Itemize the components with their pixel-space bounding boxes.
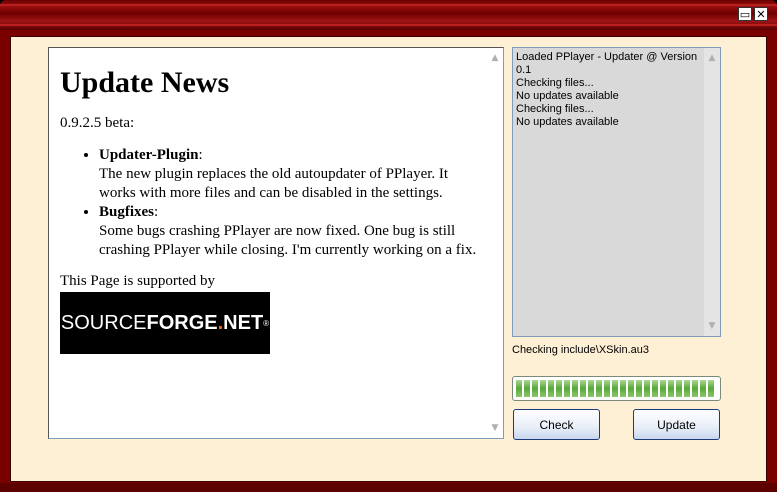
scroll-up-icon[interactable]: ▲ xyxy=(704,50,720,66)
news-scrollbar[interactable]: ▲ ▼ xyxy=(487,48,503,438)
scroll-up-icon[interactable]: ▲ xyxy=(487,50,503,66)
progress-segment xyxy=(708,380,714,397)
progress-segment xyxy=(628,380,634,397)
window-bottom-border xyxy=(0,483,777,492)
progress-segment xyxy=(684,380,690,397)
progress-bar xyxy=(512,376,721,401)
progress-segment xyxy=(604,380,610,397)
minimize-icon: ▭ xyxy=(739,7,751,21)
progress-segment xyxy=(620,380,626,397)
progress-segment xyxy=(524,380,530,397)
progress-segment xyxy=(660,380,666,397)
scroll-down-icon[interactable]: ▼ xyxy=(704,318,720,334)
news-item-title: Updater-Plugin xyxy=(99,147,199,163)
news-item: Bugfixes: Some bugs crashing PPlayer are… xyxy=(99,203,480,260)
minimize-button[interactable]: ▭ xyxy=(738,7,752,21)
progress-segment xyxy=(636,380,642,397)
progress-segment xyxy=(692,380,698,397)
title-bar[interactable]: ▭ ✕ xyxy=(0,0,777,30)
title-bar-stripe xyxy=(0,4,777,6)
log-line: Checking files... xyxy=(516,77,594,89)
news-content: Update News 0.9.2.5 beta: Updater-Plugin… xyxy=(60,48,480,354)
sourceforge-logo[interactable]: SOURCE FORGE. NET ® xyxy=(60,292,270,354)
log-scrollbar[interactable]: ▲ ▼ xyxy=(704,48,720,336)
progress-segment xyxy=(532,380,538,397)
log-box[interactable]: Loaded PPlayer - Updater @ Version 0.1 C… xyxy=(512,47,721,337)
progress-segment xyxy=(564,380,570,397)
progress-segment xyxy=(548,380,554,397)
close-icon: ✕ xyxy=(756,7,766,21)
news-panel[interactable]: Update News 0.9.2.5 beta: Updater-Plugin… xyxy=(48,47,504,439)
news-heading: Update News xyxy=(60,66,230,99)
progress-segment xyxy=(516,380,522,397)
progress-segment xyxy=(588,380,594,397)
scroll-down-icon[interactable]: ▼ xyxy=(487,420,503,436)
progress-segment xyxy=(572,380,578,397)
progress-segment xyxy=(652,380,658,397)
progress-segment xyxy=(700,380,706,397)
news-item-text: The new plugin replaces the old autoupda… xyxy=(99,166,449,201)
progress-segment xyxy=(612,380,618,397)
log-line: No updates available xyxy=(516,116,619,128)
progress-segment xyxy=(596,380,602,397)
updater-window: ▭ ✕ Update News 0.9.2.5 beta: Updater-Pl… xyxy=(0,0,777,492)
log-line: Checking files... xyxy=(516,103,594,115)
progress-segment xyxy=(676,380,682,397)
progress-segment xyxy=(580,380,586,397)
news-item-title: Bugfixes xyxy=(99,204,155,220)
close-button[interactable]: ✕ xyxy=(754,7,768,21)
supported-by-text: This Page is supported by xyxy=(60,273,215,289)
title-bar-stripe xyxy=(0,24,777,26)
news-list: Updater-Plugin: The new plugin replaces … xyxy=(60,146,480,260)
log-lines: Loaded PPlayer - Updater @ Version 0.1 C… xyxy=(516,51,702,129)
progress-segment xyxy=(540,380,546,397)
update-button[interactable]: Update xyxy=(633,409,720,440)
progress-segment xyxy=(668,380,674,397)
check-button[interactable]: Check xyxy=(513,409,600,440)
progress-segment xyxy=(556,380,562,397)
log-line: Loaded PPlayer - Updater @ Version 0.1 xyxy=(516,51,698,76)
news-item-text: Some bugs crashing PPlayer are now fixed… xyxy=(99,223,477,258)
log-line: No updates available xyxy=(516,90,619,102)
progress-segment xyxy=(644,380,650,397)
status-label: Checking include\XSkin.au3 xyxy=(512,344,649,356)
news-version: 0.9.2.5 beta: xyxy=(60,115,135,131)
news-item: Updater-Plugin: The new plugin replaces … xyxy=(99,146,480,203)
